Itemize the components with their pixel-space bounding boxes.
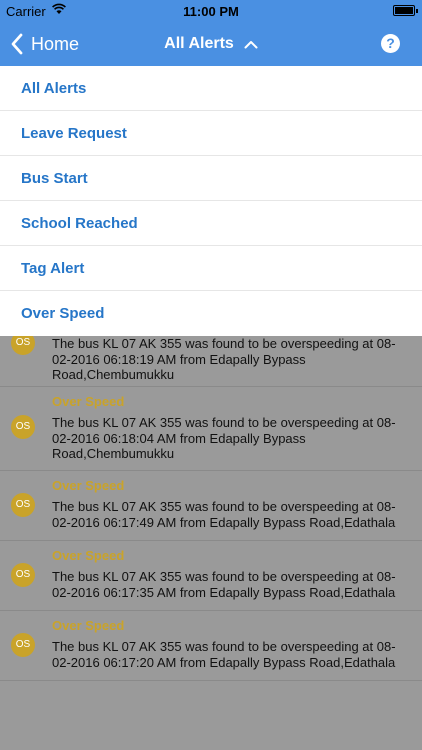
- alert-message: The bus KL 07 AK 355 was found to be ove…: [52, 639, 396, 670]
- menu-item-school-reached[interactable]: School Reached: [0, 201, 422, 246]
- alert-row[interactable]: OS Over Speed The bus KL 07 AK 355 was f…: [0, 471, 422, 541]
- alert-list: OS The bus KL 07 AK 355 was found to be …: [0, 331, 422, 681]
- alert-message: The bus KL 07 AK 355 was found to be ove…: [52, 415, 396, 461]
- alert-title: Over Speed: [52, 548, 125, 563]
- menu-item-bus-start[interactable]: Bus Start: [0, 156, 422, 201]
- alert-title: Over Speed: [52, 478, 125, 493]
- menu-item-tag-alert[interactable]: Tag Alert: [0, 246, 422, 291]
- alert-type-badge: OS: [11, 633, 35, 657]
- clock: 11:00 PM: [183, 4, 239, 19]
- alert-type-menu: All Alerts Leave Request Bus Start Schoo…: [0, 66, 422, 336]
- battery-icon: [393, 5, 418, 16]
- status-bar: Carrier 11:00 PM: [0, 0, 422, 22]
- alert-row[interactable]: OS Over Speed The bus KL 07 AK 355 was f…: [0, 611, 422, 681]
- alert-row[interactable]: OS Over Speed The bus KL 07 AK 355 was f…: [0, 387, 422, 471]
- alert-title: Over Speed: [52, 394, 125, 409]
- alert-title: Over Speed: [52, 618, 125, 633]
- alert-type-badge: OS: [11, 493, 35, 517]
- menu-item-over-speed[interactable]: Over Speed: [0, 291, 422, 336]
- page-title: All Alerts: [164, 35, 234, 52]
- chevron-up-icon: [244, 40, 258, 48]
- alert-row[interactable]: OS The bus KL 07 AK 355 was found to be …: [0, 331, 422, 387]
- alert-type-badge: OS: [11, 415, 35, 439]
- alert-message: The bus KL 07 AK 355 was found to be ove…: [52, 569, 396, 600]
- alert-message: The bus KL 07 AK 355 was found to be ove…: [52, 499, 396, 530]
- battery-level: [395, 7, 413, 14]
- navigation-bar: Home All Alerts ?: [0, 22, 422, 66]
- help-button[interactable]: ?: [381, 34, 400, 53]
- alert-row[interactable]: OS Over Speed The bus KL 07 AK 355 was f…: [0, 541, 422, 611]
- menu-item-leave-request[interactable]: Leave Request: [0, 111, 422, 156]
- menu-item-all-alerts[interactable]: All Alerts: [0, 66, 422, 111]
- alert-type-badge: OS: [11, 563, 35, 587]
- alert-filter-toggle[interactable]: All Alerts: [0, 22, 422, 66]
- alert-message: The bus KL 07 AK 355 was found to be ove…: [52, 336, 396, 382]
